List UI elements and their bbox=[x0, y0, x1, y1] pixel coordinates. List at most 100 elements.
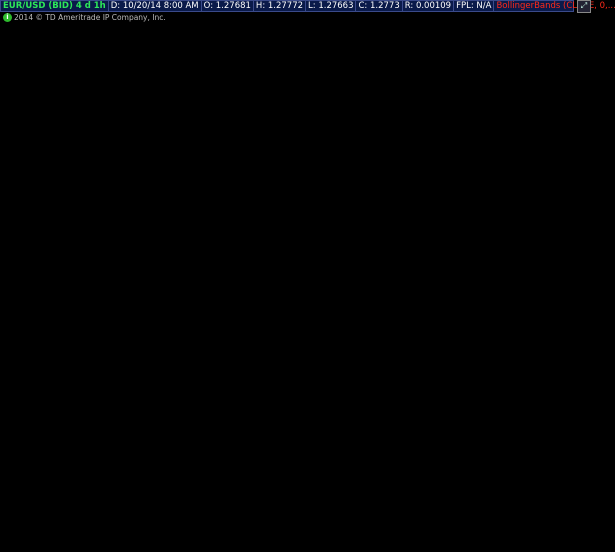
candle bbox=[53, 370, 57, 390]
candle bbox=[203, 133, 207, 162]
candle-body bbox=[58, 375, 62, 380]
callout-label: 1.2633 bbox=[148, 406, 176, 415]
candle bbox=[338, 166, 342, 183]
candle bbox=[473, 206, 477, 231]
candle-body bbox=[78, 386, 82, 394]
candle bbox=[178, 166, 182, 218]
candle bbox=[363, 180, 367, 198]
symbol-label[interactable]: EUR/USD (BID) 4 d 1h bbox=[1, 1, 109, 11]
callout-box bbox=[10, 256, 49, 267]
study-label[interactable]: BollingerBands (CLOSE, 0,... bbox=[494, 1, 615, 11]
candle-body bbox=[163, 252, 167, 306]
price-tag-label: 1.2735 bbox=[578, 255, 606, 264]
callout-box bbox=[445, 186, 484, 197]
candle bbox=[118, 394, 122, 411]
candle-body bbox=[288, 185, 292, 226]
candle bbox=[38, 383, 42, 403]
y-tick-label: 1.27 bbox=[579, 302, 597, 311]
candle bbox=[298, 139, 302, 158]
callout-box bbox=[170, 395, 209, 406]
callout-pointer bbox=[11, 261, 17, 276]
price-tag-label: 1.2761 bbox=[578, 220, 606, 229]
candle-body bbox=[13, 306, 17, 313]
price-tag-label: 1.2773 bbox=[578, 204, 606, 213]
candle-body bbox=[33, 386, 37, 398]
candle bbox=[378, 166, 382, 211]
candle bbox=[373, 166, 377, 191]
callout-box bbox=[170, 43, 230, 53]
candle-body bbox=[63, 379, 67, 384]
price-tag: 1.2761 bbox=[576, 219, 612, 230]
close-label: C: 1.2773 bbox=[356, 1, 403, 11]
candle bbox=[63, 374, 67, 390]
callout-pointer bbox=[246, 114, 252, 130]
candle bbox=[108, 397, 112, 416]
candle-body bbox=[418, 236, 422, 246]
candle bbox=[103, 394, 107, 408]
candle bbox=[498, 213, 502, 274]
candle-body bbox=[483, 232, 487, 239]
candle bbox=[223, 119, 227, 144]
callout-label: 1.2776 bbox=[318, 214, 346, 223]
callout-box bbox=[15, 257, 54, 268]
candle bbox=[343, 166, 347, 185]
candle bbox=[383, 126, 387, 211]
callout-label: 1.2706 bbox=[33, 280, 61, 289]
callout-pointer bbox=[316, 204, 322, 219]
price-tag-label: 1.2787 bbox=[578, 185, 606, 194]
candle-body bbox=[168, 185, 172, 253]
candle-body bbox=[18, 312, 22, 327]
y-tick-label: 1.272 bbox=[579, 275, 602, 284]
candle bbox=[93, 370, 97, 398]
candle bbox=[98, 386, 102, 406]
candle-body bbox=[353, 167, 357, 175]
candle-body bbox=[178, 172, 182, 213]
candle-body bbox=[3, 284, 7, 290]
y-tick-label: 1.262 bbox=[579, 409, 602, 418]
callout-label: 1.2806 bbox=[368, 146, 396, 155]
candle bbox=[503, 206, 507, 225]
callout-box bbox=[305, 273, 344, 284]
candle bbox=[88, 370, 92, 387]
candle bbox=[478, 206, 482, 238]
callout-box bbox=[30, 278, 69, 289]
date-label: D: 10/20/14 8:00 AM bbox=[109, 1, 202, 11]
price-tag: 1.2787 bbox=[576, 184, 612, 195]
candle bbox=[488, 233, 492, 248]
price-tag-box bbox=[576, 62, 612, 73]
candle-body bbox=[248, 185, 252, 199]
candle-body bbox=[308, 169, 312, 179]
candle-body bbox=[278, 252, 282, 260]
candle-body bbox=[198, 131, 202, 156]
candle-body bbox=[83, 381, 87, 387]
candle bbox=[303, 139, 307, 175]
candle bbox=[48, 378, 52, 398]
isl-box bbox=[484, 284, 570, 308]
callout-green: 1.2723 bbox=[4, 256, 49, 276]
candle bbox=[278, 247, 282, 265]
candle-body bbox=[268, 218, 272, 246]
info-icon[interactable]: i bbox=[3, 13, 12, 22]
candle-body bbox=[373, 172, 377, 186]
x-tick-label: Wed bbox=[123, 543, 140, 552]
callout-pointer bbox=[456, 210, 462, 225]
candle-body bbox=[428, 225, 432, 233]
candle bbox=[18, 307, 22, 332]
plot-frame bbox=[0, 24, 575, 543]
price-tag: 1.2878 bbox=[576, 62, 612, 72]
candle-body bbox=[128, 402, 132, 408]
lower-magenta-band-line bbox=[4, 436, 526, 505]
expand-chart-icon[interactable]: ⤢ bbox=[577, 0, 591, 13]
candle-body bbox=[488, 239, 492, 242]
candle bbox=[348, 162, 352, 185]
candle-body bbox=[183, 125, 187, 172]
y-tick-label: 1.288 bbox=[579, 61, 602, 70]
candle-body bbox=[463, 239, 467, 250]
price-chart[interactable]: 1.291.2881.2861.2841.2821.281.2781.2761.… bbox=[0, 0, 615, 552]
chart-header: EUR/USD (BID) 4 d 1h D: 10/20/14 8:00 AM… bbox=[0, 0, 615, 12]
open-label: O: 1.27681 bbox=[202, 1, 254, 11]
callout-label: 1.2723 bbox=[13, 257, 41, 266]
candle bbox=[23, 320, 27, 345]
blue-arrowhead bbox=[520, 250, 536, 264]
candle bbox=[453, 226, 457, 248]
